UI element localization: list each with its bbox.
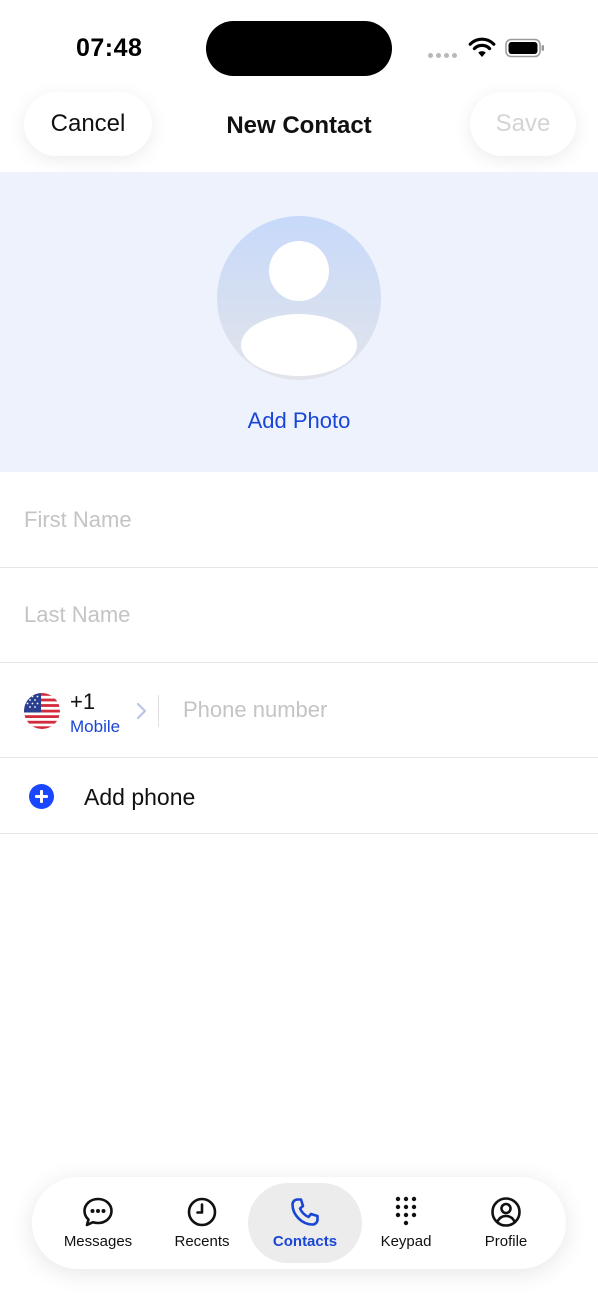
status-bar: 07:48 xyxy=(0,0,598,90)
us-flag-icon[interactable] xyxy=(24,693,60,729)
chat-bubble-icon xyxy=(83,1197,113,1227)
first-name-field[interactable] xyxy=(24,473,574,567)
phone-type-label[interactable]: Mobile xyxy=(70,717,120,737)
tab-label: Recents xyxy=(174,1233,230,1250)
tab-messages[interactable]: Messages xyxy=(52,1183,144,1263)
tab-profile[interactable]: Profile xyxy=(460,1183,552,1263)
user-circle-icon xyxy=(491,1197,521,1227)
add-phone-button[interactable]: Add phone xyxy=(0,758,598,834)
status-time: 07:48 xyxy=(76,34,143,62)
last-name-field[interactable] xyxy=(24,568,574,662)
dynamic-island xyxy=(206,21,392,76)
tab-label: Keypad xyxy=(380,1233,432,1250)
battery-icon xyxy=(505,38,544,58)
tab-label: Profile xyxy=(484,1233,528,1250)
phone-icon xyxy=(291,1198,319,1226)
last-name-row xyxy=(0,568,598,663)
add-phone-label: Add phone xyxy=(84,784,196,810)
tab-contacts[interactable]: Contacts xyxy=(248,1183,362,1263)
wifi-icon xyxy=(468,37,496,57)
navigation-header: Cancel New Contact Save xyxy=(0,90,598,172)
photo-section: Add Photo xyxy=(0,172,598,472)
save-button[interactable]: Save xyxy=(470,92,576,156)
country-code[interactable]: +1 xyxy=(70,689,95,715)
tab-keypad[interactable]: Keypad xyxy=(360,1183,452,1263)
phone-number-field[interactable] xyxy=(183,663,573,757)
tab-recents[interactable]: Recents xyxy=(156,1183,248,1263)
tab-bar: Messages Recents Contacts Keypad Profile xyxy=(32,1177,566,1269)
chevron-right-icon[interactable] xyxy=(134,701,148,721)
keypad-icon xyxy=(395,1196,417,1226)
avatar-body xyxy=(241,314,357,376)
clock-icon xyxy=(187,1197,217,1227)
phone-row: +1 Mobile xyxy=(0,663,598,758)
new-contact-screen: 07:48 Cancel New Contact Save Add Photo xyxy=(0,0,598,1300)
vertical-divider xyxy=(158,695,159,727)
tab-label: Contacts xyxy=(272,1233,338,1250)
avatar-head xyxy=(269,241,329,301)
plus-circle-icon xyxy=(29,784,54,809)
avatar-placeholder-icon[interactable] xyxy=(217,216,381,380)
tab-label: Messages xyxy=(63,1233,133,1250)
add-photo-button[interactable]: Add Photo xyxy=(0,408,598,434)
first-name-row xyxy=(0,473,598,568)
signal-icon xyxy=(428,50,460,58)
